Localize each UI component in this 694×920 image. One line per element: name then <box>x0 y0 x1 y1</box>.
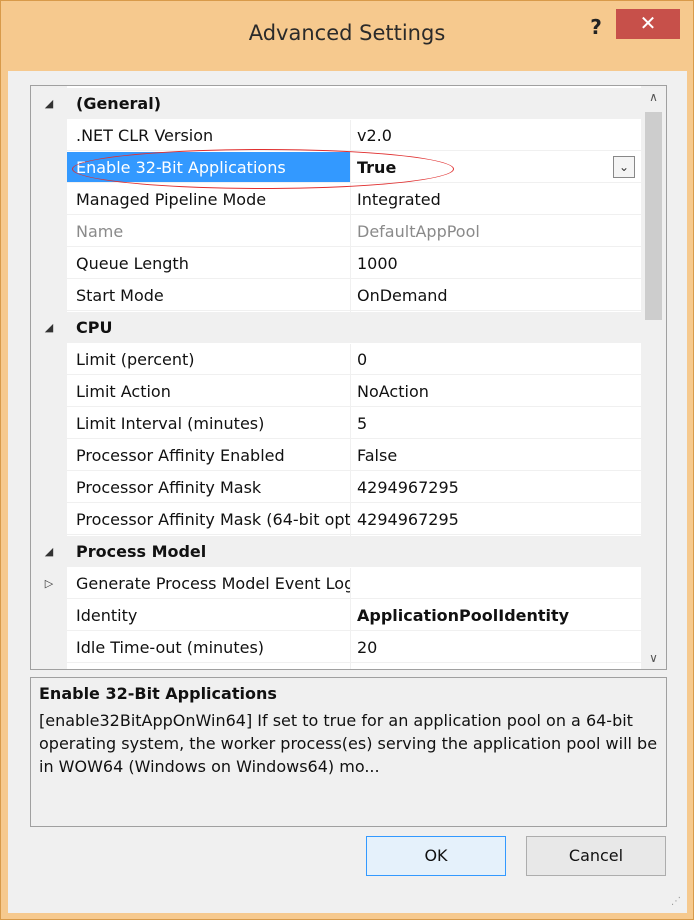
row-gutter <box>31 120 67 152</box>
row-gutter <box>31 632 67 664</box>
close-button[interactable]: ✕ <box>616 9 680 39</box>
description-text: [enable32BitAppOnWin64] If set to true f… <box>39 711 658 776</box>
property-row[interactable]: Processor Affinity Mask (64-bit option)4… <box>31 504 641 536</box>
property-value[interactable]: 1000 <box>351 248 641 279</box>
chevron-down-icon[interactable]: ⌄ <box>613 156 635 178</box>
property-row[interactable]: Limit (percent) 0 <box>31 344 641 376</box>
description-panel: Enable 32-Bit Applications [enable32BitA… <box>30 677 667 827</box>
property-row[interactable]: Identity ApplicationPoolIdentity <box>31 600 641 632</box>
property-value[interactable]: ApplicationPoolIdentity <box>351 600 641 631</box>
property-value[interactable]: 0 <box>351 344 641 375</box>
property-row[interactable]: Start Mode OnDemand <box>31 280 641 312</box>
property-value[interactable]: Terminate <box>351 664 641 669</box>
expand-arrow-icon[interactable]: ▷ <box>31 568 67 600</box>
row-gutter <box>31 280 67 312</box>
row-gutter <box>31 344 67 376</box>
row-gutter <box>31 184 67 216</box>
property-name: Enable 32-Bit Applications <box>67 152 350 183</box>
property-name: Limit Interval (minutes) <box>67 408 350 439</box>
property-name: Limit Action <box>67 376 350 407</box>
row-gutter <box>31 472 67 504</box>
property-name: Processor Affinity Mask <box>67 472 350 503</box>
property-name: Processor Affinity Mask (64-bit option) <box>67 504 350 535</box>
row-gutter <box>31 600 67 632</box>
property-value[interactable] <box>351 568 641 599</box>
property-value[interactable]: DefaultAppPool <box>351 216 641 247</box>
property-value[interactable]: Integrated <box>351 184 641 215</box>
resize-grip-icon[interactable]: ⋰ <box>671 896 681 907</box>
property-row[interactable]: Processor Affinity Enabled False <box>31 440 641 472</box>
property-row[interactable]: Queue Length 1000 <box>31 248 641 280</box>
collapse-arrow-icon[interactable]: ◢ <box>31 312 67 344</box>
description-title: Enable 32-Bit Applications <box>39 684 277 703</box>
vertical-scrollbar[interactable]: ∧ ∨ <box>641 86 666 669</box>
property-row[interactable]: Enable 32-Bit Applications True ⌄ <box>31 152 641 184</box>
property-name: .NET CLR Version <box>67 120 350 151</box>
ok-button[interactable]: OK <box>366 836 506 876</box>
property-row[interactable]: ▷Generate Process Model Event Log Entry <box>31 568 641 600</box>
property-row[interactable]: Limit Action NoAction <box>31 376 641 408</box>
property-value[interactable]: 4294967295 <box>351 504 641 535</box>
dialog-client-area: ◢ (General) .NET CLR Version v2.0 Enable 32-… <box>8 71 687 913</box>
category-label: Process Model <box>67 536 641 567</box>
property-row[interactable]: Name DefaultAppPool <box>31 216 641 248</box>
property-name: Idle Time-out Action <box>67 664 350 669</box>
scroll-thumb[interactable] <box>645 112 662 320</box>
advanced-settings-window: Advanced Settings ? ✕ ◢ (General) .NET CLR… <box>0 0 694 920</box>
property-value[interactable]: False <box>351 440 641 471</box>
category-row[interactable]: ◢ Process Model <box>31 536 641 568</box>
row-gutter <box>31 504 67 536</box>
property-name: Managed Pipeline Mode <box>67 184 350 215</box>
category-label: (General) <box>67 88 641 119</box>
row-gutter <box>31 248 67 280</box>
property-row[interactable]: Limit Interval (minutes) 5 <box>31 408 641 440</box>
row-gutter <box>31 440 67 472</box>
scroll-down-arrow-icon[interactable]: ∨ <box>641 647 666 669</box>
row-gutter <box>31 216 67 248</box>
property-value[interactable]: 5 <box>351 408 641 439</box>
property-name: Idle Time-out (minutes) <box>67 632 350 663</box>
property-row[interactable]: Processor Affinity Mask 4294967295 <box>31 472 641 504</box>
property-row[interactable]: Idle Time-out ActionTerminate <box>31 664 641 669</box>
title-bar[interactable]: Advanced Settings ? ✕ <box>1 1 693 71</box>
property-name: Start Mode <box>67 280 350 311</box>
help-button[interactable]: ? <box>582 13 610 41</box>
row-gutter <box>31 152 67 184</box>
property-row[interactable]: Idle Time-out (minutes) 20 <box>31 632 641 664</box>
property-name: Processor Affinity Enabled <box>67 440 350 471</box>
cancel-button[interactable]: Cancel <box>526 836 666 876</box>
property-name: Limit (percent) <box>67 344 350 375</box>
scroll-up-arrow-icon[interactable]: ∧ <box>641 86 666 108</box>
row-gutter <box>31 408 67 440</box>
property-row[interactable]: .NET CLR Version v2.0 <box>31 120 641 152</box>
row-gutter <box>31 376 67 408</box>
property-name: Generate Process Model Event Log Entry <box>67 568 350 599</box>
collapse-arrow-icon[interactable]: ◢ <box>31 88 67 120</box>
property-value[interactable]: NoAction <box>351 376 641 407</box>
category-row[interactable]: ◢ CPU <box>31 312 641 344</box>
collapse-arrow-icon[interactable]: ◢ <box>31 536 67 568</box>
property-value[interactable]: 4294967295 <box>351 472 641 503</box>
row-gutter <box>31 664 67 669</box>
property-value[interactable]: 20 <box>351 632 641 663</box>
property-name: Name <box>67 216 350 247</box>
category-row[interactable]: ◢ (General) <box>31 88 641 120</box>
property-name: Queue Length <box>67 248 350 279</box>
property-grid: ◢ (General) .NET CLR Version v2.0 Enable 32-… <box>30 85 667 670</box>
category-label: CPU <box>67 312 641 343</box>
property-name: Identity <box>67 600 350 631</box>
property-value[interactable]: True <box>351 152 641 183</box>
property-value[interactable]: OnDemand <box>351 280 641 311</box>
property-value[interactable]: v2.0 <box>351 120 641 151</box>
property-row[interactable]: Managed Pipeline Mode Integrated <box>31 184 641 216</box>
